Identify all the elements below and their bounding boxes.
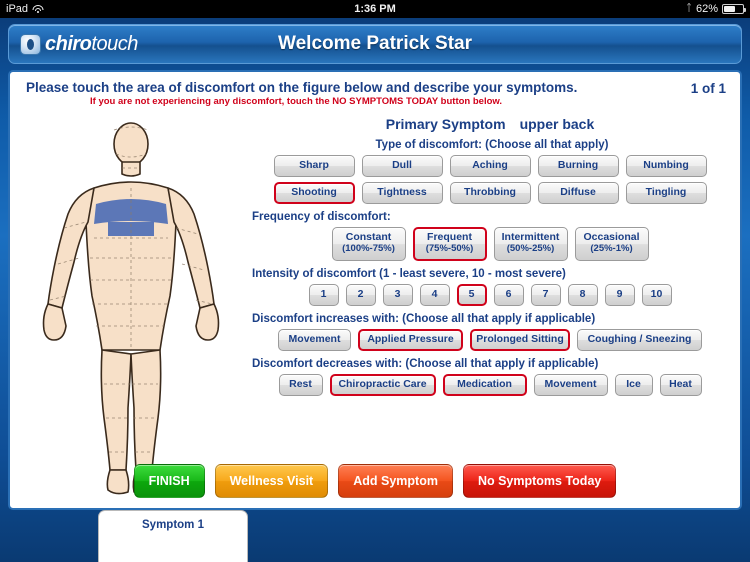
increases-option-movement[interactable]: Movement	[278, 329, 351, 351]
frequency-option-occasional[interactable]: Occasional (25%-1%)	[574, 227, 649, 261]
symptom-options: Primary Symptom upper back Type of discom…	[248, 116, 732, 401]
type-option-dull[interactable]: Dull	[361, 155, 443, 177]
app-title-bar: chirotouch Welcome Patrick Star	[8, 24, 742, 64]
decreases-option-heat[interactable]: Heat	[659, 374, 702, 396]
type-row-1: Sharp Dull Aching Burning Numbing	[248, 155, 732, 177]
frequency-frequent-range: (75%-50%)	[425, 243, 474, 254]
type-option-diffuse[interactable]: Diffuse	[537, 182, 619, 204]
decreases-option-movement[interactable]: Movement	[533, 374, 608, 396]
type-option-tightness[interactable]: Tightness	[361, 182, 443, 204]
ios-status-bar: iPad 1:36 PM ᛏ 62%	[0, 0, 750, 18]
intensity-option-2[interactable]: 2	[345, 284, 376, 306]
finish-button[interactable]: FINISH	[133, 464, 205, 498]
type-option-numbing[interactable]: Numbing	[625, 155, 707, 177]
primary-symptom-label: Primary Symptom	[385, 116, 506, 132]
primary-symptom-header: Primary Symptom upper back	[248, 116, 732, 132]
increases-row: Movement Applied Pressure Prolonged Sitt…	[248, 329, 732, 351]
decreases-option-rest[interactable]: Rest	[278, 374, 323, 396]
brand-bold: chiro	[45, 32, 92, 55]
instruction-text: Please touch the area of discomfort on t…	[26, 80, 578, 95]
frequency-intermittent-range: (50%-25%)	[506, 243, 555, 254]
type-option-sharp[interactable]: Sharp	[273, 155, 355, 177]
brand-light: touch	[91, 32, 138, 55]
intensity-option-7[interactable]: 7	[530, 284, 561, 306]
frequency-occasional-range: (25%-1%)	[590, 243, 633, 254]
intensity-option-9[interactable]: 9	[604, 284, 635, 306]
add-symptom-button[interactable]: Add Symptom	[338, 464, 453, 498]
frequency-option-constant[interactable]: Constant (100%-75%)	[331, 227, 406, 261]
sub-instruction-text: If you are not experiencing any discomfo…	[90, 96, 503, 107]
status-right: ᛏ 62%	[685, 3, 746, 15]
intensity-option-5[interactable]: 5	[456, 284, 487, 306]
ipad-screen: iPad 1:36 PM ᛏ 62% chirotouch Welcome Pa…	[0, 0, 750, 562]
decreases-option-medication[interactable]: Medication	[442, 374, 527, 396]
body-figure[interactable]	[24, 118, 239, 503]
decreases-row: Rest Chiropractic Care Medication Moveme…	[248, 374, 732, 396]
human-body-front-figure[interactable]	[24, 118, 239, 503]
battery-icon	[722, 4, 746, 14]
intensity-option-4[interactable]: 4	[419, 284, 450, 306]
frequency-option-intermittent[interactable]: Intermittent (50%-25%)	[493, 227, 568, 261]
intensity-option-10[interactable]: 10	[641, 284, 672, 306]
increases-section-title: Discomfort increases with: (Choose all t…	[252, 313, 596, 325]
type-option-aching[interactable]: Aching	[449, 155, 531, 177]
status-clock: 1:36 PM	[354, 3, 396, 15]
frequency-section-title: Frequency of discomfort:	[252, 211, 391, 223]
increases-option-prolonged-sitting[interactable]: Prolonged Sitting	[470, 329, 570, 351]
frequency-occasional-label: Occasional	[583, 231, 640, 243]
type-option-tingling[interactable]: Tingling	[625, 182, 707, 204]
chirotouch-app: chirotouch Welcome Patrick Star Please t…	[0, 18, 750, 562]
frequency-intermittent-label: Intermittent	[501, 231, 560, 243]
increases-option-coughing-sneezing[interactable]: Coughing / Sneezing	[577, 329, 702, 351]
intensity-option-3[interactable]: 3	[382, 284, 413, 306]
type-section-title: Type of discomfort: (Choose all that app…	[375, 139, 609, 151]
chirotouch-logo-icon	[21, 34, 40, 54]
battery-percent: 62%	[695, 3, 718, 15]
decreases-option-ice[interactable]: Ice	[614, 374, 653, 396]
decreases-section-title: Discomfort decreases with: (Choose all t…	[252, 358, 599, 370]
bluetooth-icon: ᛏ	[685, 3, 692, 14]
wellness-visit-button[interactable]: Wellness Visit	[214, 464, 329, 498]
type-option-burning[interactable]: Burning	[537, 155, 619, 177]
intensity-row: 1 2 3 4 5 6 7 8 9 10	[248, 284, 732, 306]
no-symptoms-today-button[interactable]: No Symptoms Today	[462, 464, 617, 498]
frequency-constant-label: Constant	[345, 231, 392, 243]
intensity-option-6[interactable]: 6	[493, 284, 524, 306]
decreases-option-chiropractic-care[interactable]: Chiropractic Care	[329, 374, 436, 396]
frequency-option-frequent[interactable]: Frequent (75%-50%)	[412, 227, 487, 261]
increases-option-applied-pressure[interactable]: Applied Pressure	[358, 329, 463, 351]
intensity-section-title: Intensity of discomfort (1 - least sever…	[252, 268, 566, 280]
intensity-option-8[interactable]: 8	[567, 284, 598, 306]
intensity-option-1[interactable]: 1	[308, 284, 339, 306]
page-indicator: 1 of 1	[690, 81, 726, 96]
type-option-throbbing[interactable]: Throbbing	[449, 182, 531, 204]
action-button-bar: FINISH Wellness Visit Add Symptom No Sym…	[10, 464, 740, 498]
type-option-shooting[interactable]: Shooting	[273, 182, 355, 204]
frequency-frequent-label: Frequent	[427, 231, 472, 243]
brand-logo: chirotouch	[9, 33, 138, 56]
frequency-constant-range: (100%-75%)	[342, 243, 395, 254]
primary-symptom-location: upper back	[519, 116, 595, 132]
symptom-tab-1[interactable]: Symptom 1	[98, 510, 248, 562]
symptom-form-panel: Please touch the area of discomfort on t…	[8, 70, 742, 510]
type-row-2: Shooting Tightness Throbbing Diffuse Tin…	[248, 182, 732, 204]
frequency-row: Constant (100%-75%) Frequent (75%-50%) I…	[248, 227, 732, 261]
brand-wordmark: chirotouch	[45, 33, 138, 56]
